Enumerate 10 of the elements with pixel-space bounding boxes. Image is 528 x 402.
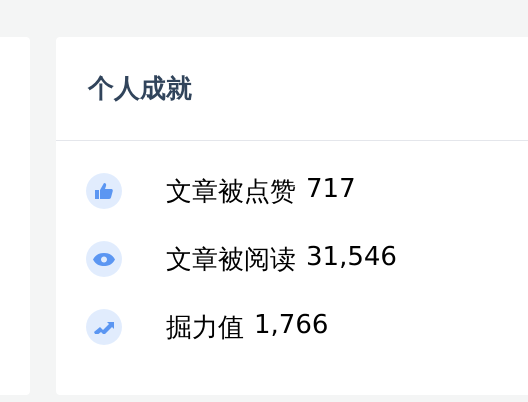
stat-value: 717 (306, 174, 356, 206)
stat-value: 31,546 (306, 242, 397, 274)
stat-label: 文章被阅读 (166, 244, 296, 276)
card-title: 个人成就 (88, 73, 192, 106)
stat-label: 掘力值 (166, 312, 244, 344)
stat-value: 1,766 (254, 310, 328, 342)
trend-up-icon (94, 320, 114, 334)
eye-icon (93, 252, 115, 266)
thumbs-up-icon (95, 183, 113, 199)
stat-label: 文章被点赞 (166, 176, 296, 208)
